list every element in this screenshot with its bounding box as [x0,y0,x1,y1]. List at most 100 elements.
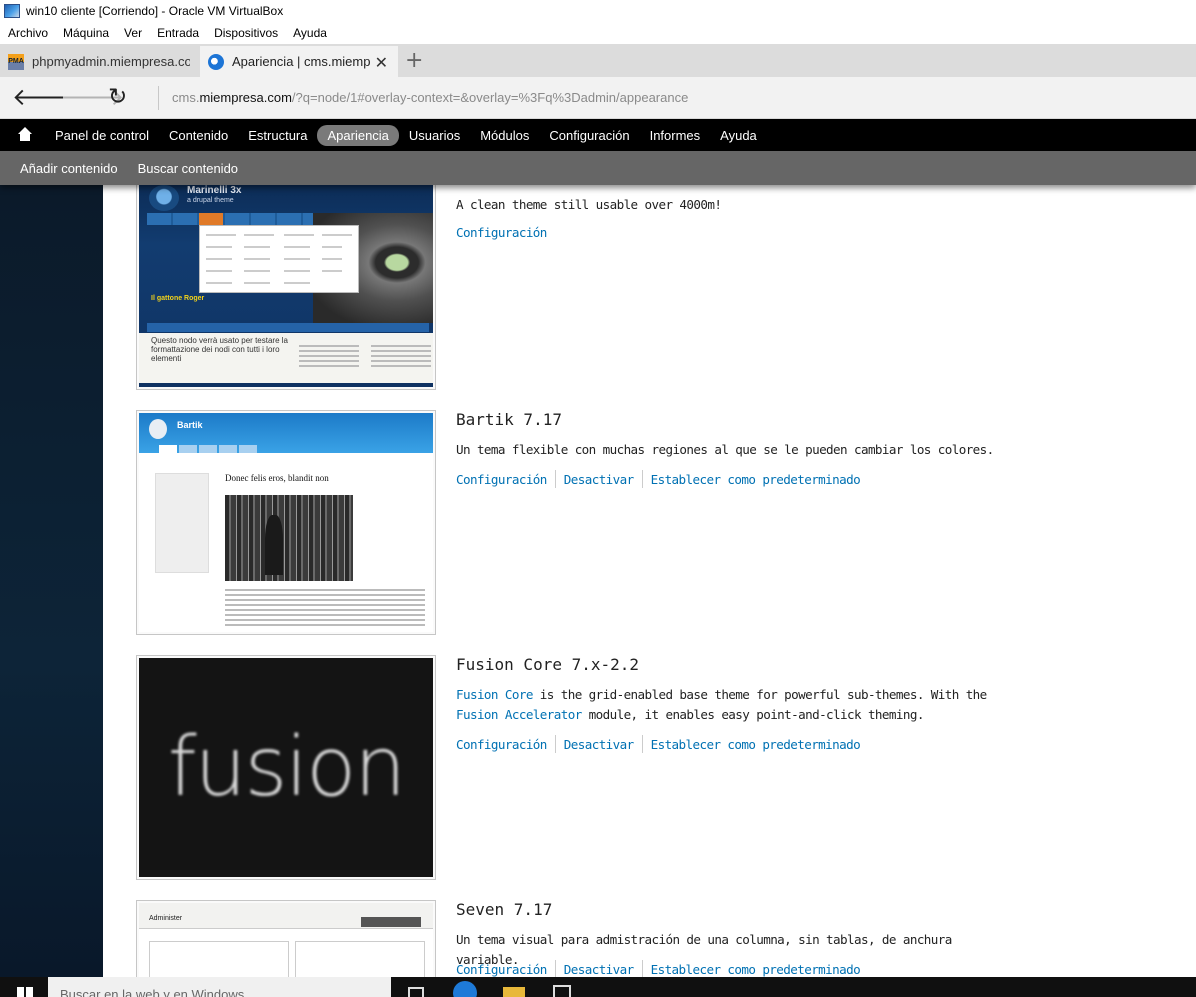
desc-text: is the grid-enabled base theme for power… [532,687,987,702]
toolbar-contenido[interactable]: Contenido [159,125,238,146]
fusion-core-link[interactable]: Fusion Core [456,687,533,702]
menu-dispositivos[interactable]: Dispositivos [214,26,278,40]
close-tab-icon[interactable]: ✕ [375,53,388,73]
reload-icon[interactable]: ↻ [108,85,127,109]
config-link[interactable]: Configuración [456,225,555,240]
action-divider [641,735,643,753]
fusion-logo-word: fusion [167,720,406,815]
preview-column [149,941,289,977]
disable-link[interactable]: Desactivar [564,962,642,977]
edge-taskbar-icon[interactable] [453,981,477,997]
theme-screenshot-marinelli: Marinelli 3x a drupal theme Il gattone R… [136,185,436,390]
preview-secondary-nav [147,323,429,332]
config-link[interactable]: Configuración [456,472,555,487]
set-default-link[interactable]: Establecer como predeterminado [651,472,868,487]
preview-dropdown [199,225,359,293]
preview-text-lines [371,345,431,370]
address-bar[interactable]: cms.miempresa.com/?q=node/1#overlay-cont… [172,90,688,105]
bartik-preview: Bartik Donec felis eros, blandit non [139,413,433,632]
menu-entrada[interactable]: Entrada [157,26,199,40]
preview-title: Administer [149,915,183,922]
toolbar-panel-de-control[interactable]: Panel de control [45,125,159,146]
fusion-preview: fusion [139,658,433,877]
edge-icon [208,53,224,70]
store-icon[interactable] [553,985,571,997]
vm-window-title-bar: win10 cliente [Corriendo] - Oracle VM Vi… [0,0,1196,22]
disable-link[interactable]: Desactivar [564,737,642,752]
drupal-drop-logo [149,185,179,211]
tab-apariencia[interactable]: Apariencia | cms.miemp ✕ [200,46,398,77]
preview-body-text: Questo nodo verrà usato per testare la f… [151,336,288,363]
theme-actions: Configuración Desactivar Establecer como… [456,960,868,977]
appearance-theme-list: Marinelli 3x a drupal theme Il gattone R… [103,185,1196,977]
theme-actions: Configuración Desactivar Establecer como… [456,735,868,753]
config-link[interactable]: Configuración [456,737,555,752]
task-view-icon[interactable] [408,987,424,997]
drupal-admin-toolbar: Panel de control Contenido Estructura Ap… [0,119,1196,151]
theme-description: Fusion Core is the grid-enabled base the… [456,685,1016,725]
browser-nav-bar: 🡐 🡒 ↻ cms.miempresa.com/?q=node/1#overla… [0,77,1196,119]
preview-title: Bartik [177,420,203,430]
toolbar-apariencia[interactable]: Apariencia [317,124,399,146]
theme-name: Fusion Core 7.x-2.2 [456,655,640,674]
preview-column [295,941,425,977]
windows-taskbar: Buscar en la web y en Windows [0,977,1196,997]
theme-description: A clean theme still usable over 4000m! [456,197,722,212]
theme-screenshot-bartik: Bartik Donec felis eros, blandit non [136,410,436,635]
preview-tabs [159,445,257,453]
fusion-accelerator-link[interactable]: Fusion Accelerator [456,707,582,722]
marinelli-preview: Marinelli 3x a drupal theme Il gattone R… [139,185,433,387]
theme-actions: Configuración [456,225,555,240]
toolbar-ayuda[interactable]: Ayuda [710,125,767,146]
action-divider [554,470,556,488]
preview-text-lines [299,345,359,370]
action-divider [554,735,556,753]
menu-ayuda[interactable]: Ayuda [293,26,327,40]
action-divider [641,470,643,488]
file-explorer-icon[interactable] [503,987,525,997]
toolbar-informes[interactable]: Informes [640,125,711,146]
toolbar-estructura[interactable]: Estructura [238,125,317,146]
shortcut-buscar-contenido[interactable]: Buscar contenido [138,161,238,176]
tab-phpmyadmin[interactable]: PMA phpmyadmin.miempresa.cor [0,46,200,77]
set-default-link[interactable]: Establecer como predeterminado [651,962,868,977]
drupal-shortcuts-bar: Añadir contenido Buscar contenido [0,151,1196,185]
toolbar-configuracion[interactable]: Configuración [539,125,639,146]
phpmyadmin-icon: PMA [8,53,24,70]
action-divider [641,960,643,977]
set-default-link[interactable]: Establecer como predeterminado [651,737,868,752]
theme-name: Seven 7.17 [456,900,553,919]
config-link[interactable]: Configuración [456,962,555,977]
taskbar-search-box[interactable]: Buscar en la web y en Windows [48,977,391,997]
theme-screenshot-seven: Administer [136,900,436,977]
preview-headline: Donec felis eros, blandit non [225,473,329,483]
tab-label: Apariencia | cms.miemp [232,54,371,69]
address-divider [158,86,159,110]
toolbar-usuarios[interactable]: Usuarios [399,125,470,146]
menu-archivo[interactable]: Archivo [8,26,48,40]
search-placeholder: Buscar en la web y en Windows [60,987,245,997]
toolbar-modulos[interactable]: Módulos [470,125,539,146]
vm-window-title: win10 cliente [Corriendo] - Oracle VM Vi… [26,4,284,18]
vm-menu-bar: Archivo Máquina Ver Entrada Dispositivos… [0,22,1196,44]
theme-name: Bartik 7.17 [456,410,562,429]
menu-ver[interactable]: Ver [124,26,142,40]
preview-subtitle: a drupal theme [187,197,234,204]
desc-text: module, it enables easy point-and-click … [581,707,925,722]
url-prefix: cms. [172,90,200,105]
virtualbox-icon [4,4,20,18]
new-tab-button[interactable]: + [405,48,423,73]
preview-photo [225,495,353,581]
url-domain: miempresa.com [199,90,292,105]
preview-title: Marinelli 3x [187,185,242,196]
home-icon[interactable] [15,125,35,145]
theme-screenshot-fusion: fusion [136,655,436,880]
host-desktop-background [0,185,103,977]
shortcut-anadir-contenido[interactable]: Añadir contenido [20,161,118,176]
windows-start-icon[interactable] [17,987,33,997]
action-divider [554,960,556,977]
theme-description: Un tema flexible con muchas regiones al … [456,442,994,457]
disable-link[interactable]: Desactivar [564,472,642,487]
menu-maquina[interactable]: Máquina [63,26,109,40]
preview-tabs [361,917,421,927]
